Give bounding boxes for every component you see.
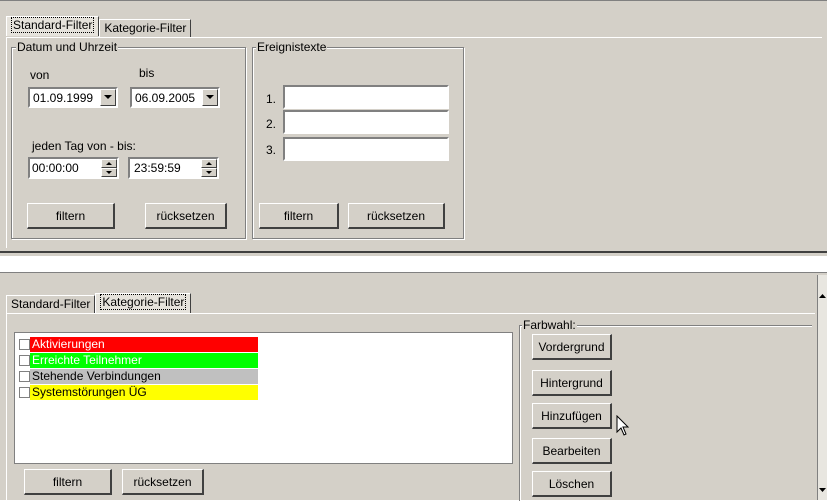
category-label: Systemstörungen ÜG [30, 384, 258, 400]
top-tabstrip: Standard-Filter Kategorie-Filter [6, 16, 192, 37]
mouse-cursor-icon [616, 415, 630, 436]
from-date-combo[interactable]: 01.09.1999 [28, 87, 118, 108]
vertical-scrollbar[interactable] [817, 275, 827, 500]
event-text-3-input[interactable] [283, 137, 449, 161]
tab-label: Kategorie-Filter [104, 21, 187, 35]
list-item[interactable]: Systemstörungen ÜG [19, 384, 512, 400]
daily-range-label: jeden Tag von - bis: [32, 139, 136, 153]
category-label: Aktivierungen [30, 336, 258, 352]
scroll-down-icon[interactable] [818, 483, 827, 497]
tab-standard-filter[interactable]: Standard-Filter [6, 295, 96, 313]
category-label: Stehende Verbindungen [30, 368, 258, 384]
spin-up-icon[interactable] [101, 159, 117, 168]
datetime-reset-button[interactable]: rücksetzen [145, 203, 227, 229]
event-row-1-number: 1. [266, 92, 277, 106]
list-item[interactable]: Erreichte Teilnehmer [19, 352, 512, 368]
time-to-spinner[interactable]: 23:59:59 [128, 157, 219, 179]
time-to-value: 23:59:59 [134, 161, 181, 175]
datetime-group-title: Datum und Uhrzeit [16, 40, 119, 54]
to-date-value: 06.09.2005 [135, 90, 196, 105]
spin-up-icon[interactable] [201, 159, 217, 168]
event-row-2-number: 2. [266, 117, 277, 131]
category-checkbox-aktivierungen[interactable] [19, 338, 30, 350]
spin-down-icon[interactable] [201, 168, 217, 177]
delete-category-button[interactable]: Löschen [532, 471, 612, 497]
tab-kategorie-filter[interactable]: Kategorie-Filter [99, 19, 192, 37]
chevron-down-icon [104, 95, 112, 99]
event-text-1-input[interactable] [283, 85, 449, 109]
background-color-button[interactable]: Hintergrund [532, 370, 612, 396]
bottom-tabstrip: Standard-Filter Kategorie-Filter [6, 293, 192, 313]
foreground-color-button[interactable]: Vordergrund [532, 334, 612, 360]
add-category-button[interactable]: Hinzufügen [532, 403, 612, 429]
list-item[interactable]: Aktivierungen [19, 336, 512, 352]
events-reset-button[interactable]: rücksetzen [348, 203, 445, 229]
category-reset-button[interactable]: rücksetzen [122, 469, 204, 495]
top-window-bottom-edge [0, 251, 827, 253]
top-window: Standard-Filter Kategorie-Filter Datum u… [0, 0, 827, 256]
from-label: von [30, 68, 50, 82]
event-row-3-number: 3. [266, 143, 277, 157]
category-checkbox-systemstoerungen[interactable] [19, 386, 30, 398]
time-to-spin-buttons[interactable] [201, 159, 217, 177]
category-checkbox-stehende-verbindungen[interactable] [19, 370, 30, 382]
category-list[interactable]: Aktivierungen Erreichte Teilnehmer Stehe… [14, 332, 513, 464]
bottom-window: Standard-Filter Kategorie-Filter Aktivie… [0, 272, 827, 504]
edit-category-button[interactable]: Bearbeiten [532, 438, 612, 464]
spin-down-icon[interactable] [101, 168, 117, 177]
event-text-2-input[interactable] [283, 110, 449, 134]
tab-label: Standard-Filter [11, 17, 95, 33]
from-date-dropdown-button[interactable] [100, 89, 116, 106]
events-filter-button[interactable]: filtern [259, 203, 339, 229]
time-from-value: 00:00:00 [32, 161, 79, 175]
datetime-filter-button[interactable]: filtern [27, 203, 115, 229]
to-date-dropdown-button[interactable] [202, 89, 218, 106]
chevron-down-icon [206, 95, 214, 99]
tab-label: Kategorie-Filter [100, 294, 187, 310]
time-from-spinner[interactable]: 00:00:00 [28, 157, 119, 179]
list-item[interactable]: Stehende Verbindungen [19, 368, 512, 384]
time-from-spin-buttons[interactable] [101, 159, 117, 177]
tab-label: Standard-Filter [11, 297, 91, 311]
to-label: bis [139, 66, 155, 80]
color-group-title: Farbwahl: [522, 318, 577, 332]
tab-kategorie-filter[interactable]: Kategorie-Filter [95, 293, 192, 313]
category-label: Erreichte Teilnehmer [30, 352, 258, 368]
from-date-value: 01.09.1999 [33, 90, 94, 105]
scroll-up-icon[interactable] [818, 289, 827, 303]
events-group-title: Ereignistexte [256, 40, 328, 54]
category-checkbox-erreichte-teilnehmer[interactable] [19, 354, 30, 366]
tab-standard-filter[interactable]: Standard-Filter [6, 16, 100, 36]
to-date-combo[interactable]: 06.09.2005 [130, 87, 220, 108]
category-filter-button[interactable]: filtern [24, 469, 112, 495]
